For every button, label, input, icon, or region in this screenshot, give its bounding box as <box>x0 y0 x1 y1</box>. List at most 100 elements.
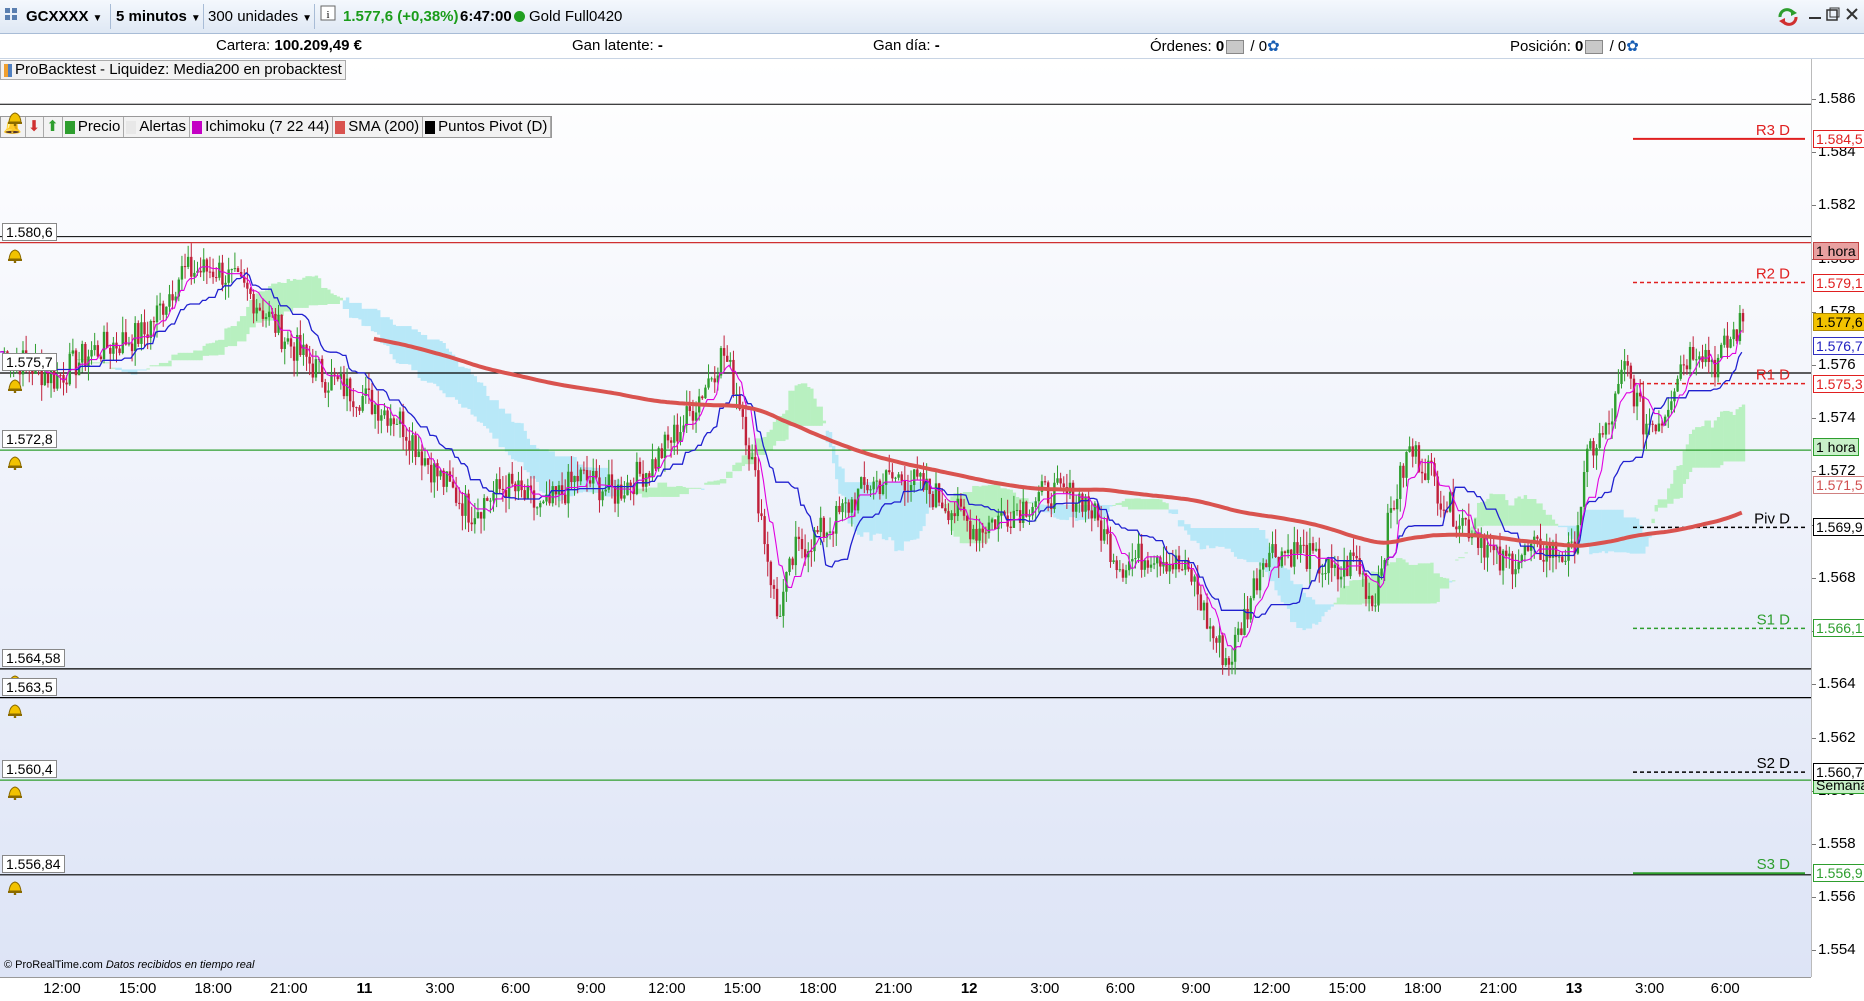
alert-bell-icon[interactable] <box>6 702 24 718</box>
alert-bell-icon[interactable] <box>6 879 24 896</box>
cloud-slice <box>367 308 372 327</box>
restore-icon[interactable] <box>1826 7 1840 25</box>
time-axis[interactable]: 12:00 15:00 18:00 21:00 11 3:00 6:00 9:00 12:00 1… <box>0 977 1811 1001</box>
close-icon[interactable] <box>1845 7 1859 25</box>
candle-body <box>52 370 56 389</box>
cloud-slice <box>152 365 157 367</box>
orders-icon[interactable] <box>1226 40 1245 55</box>
candle-body <box>1311 543 1315 551</box>
cloud-slice <box>1427 563 1431 604</box>
candle-body <box>1193 576 1196 582</box>
cloud-slice <box>115 367 119 371</box>
instrument-selector[interactable]: GCXXXX ▼ <box>26 5 102 28</box>
candle-body <box>1713 359 1717 378</box>
candle-body <box>514 483 517 492</box>
candle-body <box>816 530 819 533</box>
candle-body <box>934 483 938 508</box>
candle-body <box>118 348 121 354</box>
candle-body <box>498 479 501 489</box>
candle-body <box>162 303 165 315</box>
candle-body <box>1526 546 1530 551</box>
candle-body <box>1673 391 1676 402</box>
up-arrow-icon[interactable]: ⬆ <box>44 117 63 137</box>
alert-bell-icon[interactable] <box>6 377 24 394</box>
cloud-slice <box>146 368 150 370</box>
cloud-slice <box>330 293 334 305</box>
candle-body <box>224 282 227 285</box>
cloud-slice <box>1411 564 1415 604</box>
gear-icon[interactable]: ✿ <box>1626 38 1639 55</box>
daily-label: Gan día: <box>873 37 931 54</box>
orders-status[interactable]: Órdenes: 0 / 0✿ <box>1150 37 1280 55</box>
cloud-slice <box>1009 489 1013 514</box>
position-status[interactable]: Posición: 0 / 0✿ <box>1510 37 1639 55</box>
pivot-name: R2 D <box>1756 266 1790 283</box>
cloud-slice <box>249 300 253 328</box>
cloud-slice <box>669 486 674 497</box>
candle-body <box>1582 472 1586 507</box>
candle-body <box>947 511 950 521</box>
time-tick: 3:00 <box>1030 980 1060 997</box>
candle-body <box>903 480 907 491</box>
candle-body <box>1501 550 1505 571</box>
position-icon[interactable] <box>1585 40 1604 55</box>
cloud-slice <box>1252 528 1257 563</box>
candle-body <box>635 461 639 495</box>
cloud-slice <box>1137 498 1141 510</box>
backtest-system-label[interactable]: ProBacktest - Liquidez: Media200 en prob… <box>0 60 346 80</box>
units-selector[interactable]: 300 unidades ▼ <box>208 5 312 28</box>
tick-mark <box>1812 737 1816 739</box>
indicator-1[interactable]: Alertas <box>124 117 191 137</box>
alert-bell-icon[interactable] <box>6 784 24 801</box>
candle-body <box>638 461 642 474</box>
candle-body <box>451 481 455 488</box>
alert-bell-icon[interactable] <box>6 110 24 127</box>
cloud-slice <box>1533 498 1537 526</box>
time-tick: 12:00 <box>43 980 81 997</box>
candle-body <box>1305 544 1308 569</box>
price-tick: 1.564 <box>1818 675 1856 693</box>
gear-icon[interactable]: ✿ <box>1267 38 1280 55</box>
cloud-slice <box>1517 496 1521 526</box>
timeframe-selector[interactable]: 5 minutos ▼ <box>116 5 201 28</box>
candle-body <box>1589 441 1592 449</box>
indicator-4[interactable]: Puntos Pivot (D) <box>423 117 552 137</box>
indicator-2[interactable]: Ichimoku (7 22 44) <box>190 117 334 137</box>
cloud-slice <box>133 369 138 375</box>
cloud-slice <box>454 359 459 400</box>
cloud-slice <box>1607 509 1612 552</box>
candle-body <box>1190 569 1193 582</box>
grid-icon[interactable] <box>4 5 18 28</box>
alert-bell-icon[interactable] <box>6 454 24 471</box>
candle-body <box>1402 465 1405 478</box>
candle-body <box>1109 534 1112 563</box>
price-chart[interactable]: R3 D R2 D R1 D Piv D S1 D S2 D S3 D <box>0 59 1811 977</box>
candle-body <box>1626 361 1629 366</box>
indicator-0[interactable]: Precio <box>63 117 125 137</box>
indicator-swatch <box>425 120 436 134</box>
candle-body <box>990 519 994 523</box>
info-icon[interactable]: i <box>320 5 336 28</box>
cloud-slice <box>1420 563 1425 604</box>
cloud-slice <box>1414 564 1419 604</box>
alert-bell-icon[interactable] <box>6 247 24 263</box>
candle-body <box>835 505 838 534</box>
minimize-icon[interactable] <box>1808 7 1822 25</box>
candle-body <box>489 500 492 502</box>
cloud-slice <box>685 487 689 495</box>
pivot-badge: 1.566,1 <box>1813 619 1864 638</box>
candle-body <box>1570 541 1573 543</box>
cloud-slice <box>1601 509 1606 552</box>
candle-body <box>1732 329 1735 340</box>
price-axis[interactable]: 1.5861.5841.5821.5801.5781.5761.5741.572… <box>1811 59 1864 977</box>
pivot-badge: 1.579,1 <box>1813 273 1864 292</box>
sync-icon[interactable] <box>1776 7 1800 31</box>
indicator-3[interactable]: SMA (200) <box>333 117 424 137</box>
down-arrow-icon[interactable]: ⬇ <box>26 117 45 137</box>
candle-body <box>539 503 542 508</box>
candle-body <box>1327 558 1330 574</box>
cloud-slice <box>1109 505 1113 507</box>
candle-body <box>1221 635 1224 666</box>
candle-body <box>1355 555 1358 559</box>
cloud-slice <box>1614 509 1618 553</box>
